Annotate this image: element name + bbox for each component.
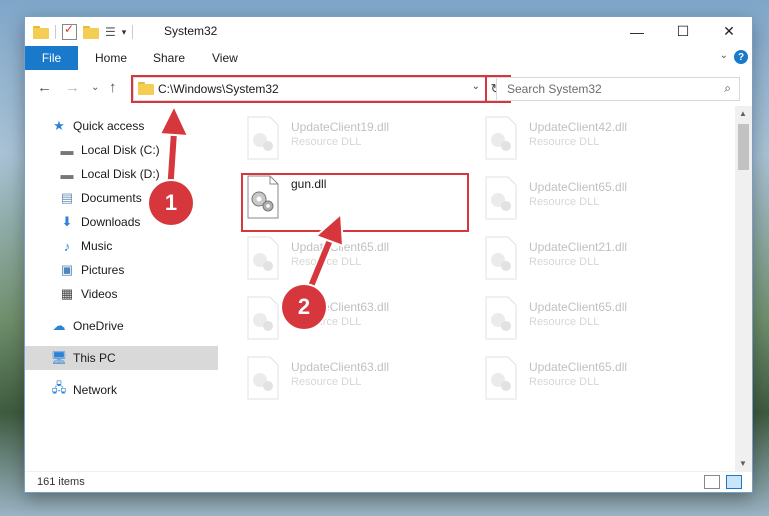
callout-2: 2 [282, 285, 326, 329]
callout-1: 1 [149, 181, 193, 225]
arrow-1 [158, 103, 190, 193]
arrow-2 [302, 211, 345, 298]
annotation-arrows [158, 103, 345, 298]
